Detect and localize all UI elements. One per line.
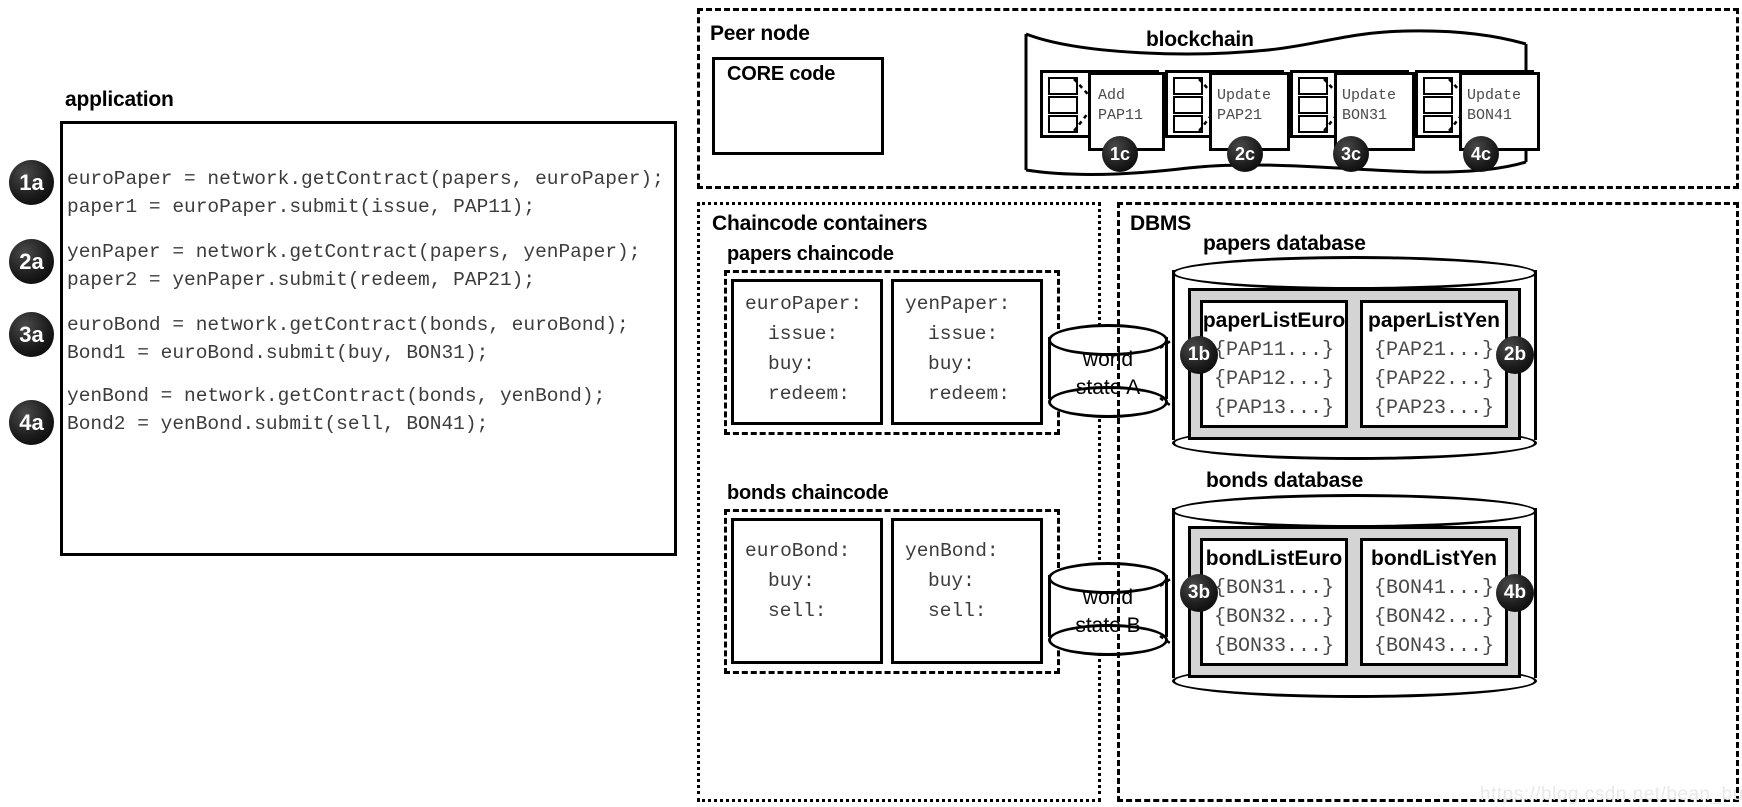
- block-hash-stack: [1423, 77, 1453, 133]
- step-badge-2b: 2b: [1496, 336, 1534, 374]
- code-line: Bond2 = yenBond.submit(sell, BON41);: [67, 413, 489, 435]
- papers-chaincode-title: papers chaincode: [727, 243, 894, 265]
- contract-method: buy:: [928, 353, 975, 375]
- code-line: paper2 = yenPaper.submit(redeem, PAP21);: [67, 269, 536, 291]
- code-line: euroPaper = network.getContract(papers, …: [67, 168, 664, 190]
- step-badge-4a: 4a: [9, 400, 54, 445]
- bonds-database-title: bonds database: [1206, 469, 1364, 492]
- step-badge-4b: 4b: [1496, 574, 1534, 612]
- bond-list-yen-title: bondListYen: [1371, 547, 1497, 570]
- code-line: euroBond = network.getContract(bonds, eu…: [67, 314, 629, 336]
- bond-list-euro-row: {BON31...}: [1213, 577, 1335, 600]
- block-hash-stack: [1048, 77, 1078, 133]
- contract-method: issue:: [928, 323, 999, 345]
- watermark: https://blog.csdn.net/bean_business: [1480, 784, 1742, 805]
- step-badge-3b: 3b: [1180, 574, 1218, 612]
- contract-name: yenPaper:: [905, 293, 1011, 315]
- step-badge-1c: 1c: [1102, 136, 1138, 172]
- contract-name: yenBond:: [905, 540, 999, 562]
- contract-method: sell:: [768, 600, 827, 622]
- block-hash-stack: [1298, 77, 1328, 133]
- bonds-chaincode-title: bonds chaincode: [727, 482, 889, 504]
- code-line: Bond1 = euroBond.submit(buy, BON31);: [67, 342, 489, 364]
- chaincode-containers-title: Chaincode containers: [712, 212, 928, 235]
- block-payload-line1: Add: [1098, 87, 1126, 104]
- bond-list-yen-row: {BON41...}: [1373, 577, 1495, 600]
- contract-name: euroPaper:: [745, 293, 863, 315]
- contract-method: issue:: [768, 323, 839, 345]
- block-payload-line2: BON31: [1342, 107, 1388, 125]
- block-payload-line2: PAP21: [1217, 107, 1263, 125]
- bond-list-yen-row: {BON42...}: [1373, 606, 1495, 629]
- papers-database-title: papers database: [1203, 232, 1366, 255]
- paper-list-euro-row: {PAP13...}: [1213, 397, 1335, 420]
- code-line: paper1 = euroPaper.submit(issue, PAP11);: [67, 196, 536, 218]
- bond-list-euro-title: bondListEuro: [1205, 547, 1343, 570]
- contract-method: redeem:: [928, 383, 1010, 405]
- core-code-label: CORE code: [727, 63, 836, 85]
- paper-list-yen-row: {PAP21...}: [1373, 339, 1495, 362]
- paper-list-yen-row: {PAP23...}: [1373, 397, 1495, 420]
- step-badge-2a: 2a: [9, 239, 54, 284]
- contract-method: buy:: [928, 570, 975, 592]
- step-badge-1a: 1a: [9, 160, 54, 205]
- dbms-title: DBMS: [1130, 212, 1192, 235]
- code-line: yenBond = network.getContract(bonds, yen…: [67, 385, 606, 407]
- paper-list-euro-title: paperListEuro: [1202, 309, 1346, 332]
- contract-method: buy:: [768, 570, 815, 592]
- blockchain-title: blockchain: [1146, 28, 1254, 51]
- paper-list-euro-row: {PAP12...}: [1213, 368, 1335, 391]
- application-title: application: [65, 88, 174, 111]
- step-badge-4c: 4c: [1463, 136, 1499, 172]
- step-badge-2c: 2c: [1227, 136, 1263, 172]
- block-payload-line2: PAP11: [1098, 107, 1144, 125]
- paper-list-euro-row: {PAP11...}: [1213, 339, 1335, 362]
- block-payload-line1: Update: [1217, 87, 1272, 104]
- contract-method: buy:: [768, 353, 815, 375]
- step-badge-1b: 1b: [1180, 336, 1218, 374]
- contract-method: redeem:: [768, 383, 850, 405]
- bond-list-yen-row: {BON43...}: [1373, 635, 1495, 658]
- contract-method: sell:: [928, 600, 987, 622]
- paper-list-yen-title: paperListYen: [1368, 309, 1500, 332]
- block-payload-line1: Update: [1342, 87, 1397, 104]
- contract-name: euroBond:: [745, 540, 851, 562]
- step-badge-3c: 3c: [1333, 136, 1369, 172]
- code-line: yenPaper = network.getContract(papers, y…: [67, 241, 641, 263]
- block-payload-line1: Update: [1467, 87, 1522, 104]
- block-payload-line2: BON41: [1467, 107, 1513, 125]
- bond-list-euro-row: {BON33...}: [1213, 635, 1335, 658]
- step-badge-3a: 3a: [9, 312, 54, 357]
- bond-list-euro-row: {BON32...}: [1213, 606, 1335, 629]
- peer-node-title: Peer node: [710, 22, 810, 45]
- paper-list-yen-row: {PAP22...}: [1373, 368, 1495, 391]
- block-hash-stack: [1173, 77, 1203, 133]
